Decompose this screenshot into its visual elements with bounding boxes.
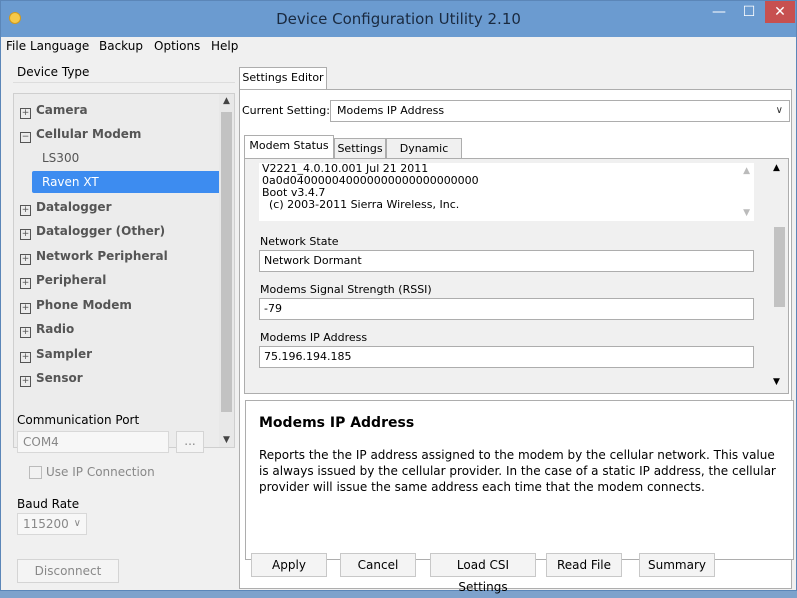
status-line: 0a0d040000040000000000000000000 (262, 174, 479, 187)
scroll-up-icon[interactable]: ▲ (743, 165, 750, 177)
tree-item-label: Radio (36, 322, 75, 336)
tree-item-label: Sampler (36, 347, 93, 361)
summary-button[interactable]: Summary (639, 553, 715, 577)
ip-address-field[interactable]: 75.196.194.185 (259, 346, 754, 368)
comm-port-label: Communication Port (17, 413, 140, 427)
device-type-header: Device Type (13, 61, 235, 83)
use-ip-label: Use IP Connection (46, 465, 155, 479)
current-setting-label: Current Setting: (242, 104, 330, 117)
menu-bar: File Language Backup Options Help (2, 37, 795, 56)
tree-item-label: Network Peripheral (36, 249, 168, 263)
tree-item-label: Camera (36, 103, 88, 117)
expand-icon[interactable]: + (20, 303, 31, 314)
device-tree[interactable]: + Camera − Cellular Modem LS300 Raven XT +… (13, 93, 235, 448)
baud-rate-select[interactable]: 115200 ∨ (17, 513, 87, 535)
current-setting-value: Modems IP Address (337, 104, 445, 117)
tree-item-phone-modem[interactable]: + Phone Modem (20, 294, 132, 316)
expand-icon[interactable]: + (20, 108, 31, 119)
window-title: Device Configuration Utility 2.10 (276, 10, 521, 28)
help-text: Reports the the IP address assigned to t… (259, 448, 776, 494)
baud-rate-label: Baud Rate (17, 497, 80, 511)
close-button[interactable]: ✕ (765, 1, 795, 23)
right-panel: Settings Editor Current Setting: Modems … (235, 57, 796, 594)
app-window: Device Configuration Utility 2.10 — ☐ ✕ … (0, 0, 797, 594)
read-file-button[interactable]: Read File (546, 553, 622, 577)
tree-item-label: Cellular Modem (36, 127, 142, 141)
left-panel: Device Type + Camera − Cellular Modem LS30… (13, 57, 235, 583)
current-setting-select[interactable]: Modems IP Address ∨ (330, 100, 790, 122)
network-state-field[interactable]: Network Dormant (259, 250, 754, 272)
tree-child-ls300[interactable]: LS300 (42, 147, 79, 169)
expand-icon[interactable]: + (20, 205, 31, 216)
menu-file[interactable]: File (6, 39, 26, 53)
title-bar: Device Configuration Utility 2.10 — ☐ ✕ (1, 1, 796, 37)
expand-icon[interactable]: + (20, 229, 31, 240)
scroll-down-icon[interactable]: ▼ (219, 435, 234, 445)
expand-icon[interactable]: + (20, 327, 31, 338)
tree-item-label: Datalogger (Other) (36, 224, 166, 238)
apply-button[interactable]: Apply (251, 553, 327, 577)
expand-icon[interactable]: + (20, 376, 31, 387)
status-line: (c) 2003-2011 Sierra Wireless, Inc. (262, 198, 460, 211)
tree-item-sampler[interactable]: + Sampler (20, 343, 92, 365)
maximize-button[interactable]: ☐ (734, 1, 764, 23)
tree-item-label: Peripheral (36, 273, 107, 287)
menu-help[interactable]: Help (211, 39, 238, 53)
tree-item-network-peripheral[interactable]: + Network Peripheral (20, 245, 168, 267)
menu-backup[interactable]: Backup (99, 39, 143, 53)
disconnect-button[interactable]: Disconnect (17, 559, 119, 583)
tree-item-cellular-modem[interactable]: − Cellular Modem (20, 123, 141, 145)
collapse-icon[interactable]: − (20, 132, 31, 143)
tree-item-datalogger[interactable]: + Datalogger (20, 196, 112, 218)
tree-item-label: Phone Modem (36, 298, 132, 312)
expand-icon[interactable]: + (20, 278, 31, 289)
modem-status-panel: V2221_4.0.10.001 Jul 21 2011 0a0d0400000… (244, 158, 789, 394)
chevron-down-icon: ∨ (73, 518, 81, 529)
ip-address-label: Modems IP Address (260, 331, 368, 344)
signal-strength-field[interactable]: -79 (259, 298, 754, 320)
tab-modem-status[interactable]: Modem Status (244, 135, 334, 159)
tab-settings[interactable]: Settings (334, 138, 386, 159)
expand-icon[interactable]: + (20, 254, 31, 265)
tree-item-label: Sensor (36, 371, 83, 385)
scroll-up-icon[interactable]: ▲ (773, 163, 780, 173)
menu-options[interactable]: Options (154, 39, 200, 53)
help-panel: Modems IP Address Reports the the IP add… (245, 400, 794, 560)
settings-editor-content: Current Setting: Modems IP Address ∨ Mod… (239, 89, 794, 589)
tree-item-radio[interactable]: + Radio (20, 318, 74, 340)
signal-strength-label: Modems Signal Strength (RSSI) (260, 283, 432, 296)
help-title: Modems IP Address (259, 415, 415, 431)
firmware-info-textarea[interactable]: V2221_4.0.10.001 Jul 21 2011 0a0d0400000… (259, 163, 754, 221)
menu-language[interactable]: Language (30, 39, 89, 53)
expand-icon[interactable]: + (20, 352, 31, 363)
scrollbar-thumb[interactable] (774, 227, 785, 307)
comm-port-field[interactable]: COM4 (17, 431, 169, 453)
scroll-down-icon[interactable]: ▼ (743, 207, 750, 219)
network-state-label: Network State (260, 235, 339, 248)
scroll-down-icon[interactable]: ▼ (773, 377, 780, 387)
tab-dynamic-dns[interactable]: Dynamic DNS (386, 138, 462, 175)
cancel-button[interactable]: Cancel (340, 553, 416, 577)
tree-item-peripheral[interactable]: + Peripheral (20, 269, 106, 291)
chevron-down-icon: ∨ (775, 105, 783, 116)
tab-settings-editor[interactable]: Settings Editor (239, 67, 327, 89)
minimize-button[interactable]: — (704, 1, 734, 23)
use-ip-checkbox[interactable] (29, 466, 42, 479)
tree-scrollbar[interactable]: ▲ ▼ (219, 94, 234, 447)
scroll-up-icon[interactable]: ▲ (219, 96, 234, 106)
scrollbar-thumb[interactable] (221, 112, 232, 412)
browse-button[interactable]: ... (176, 431, 204, 453)
tree-item-label: Datalogger (36, 200, 112, 214)
tree-child-raven-xt[interactable]: Raven XT (32, 171, 222, 193)
tree-item-sensor[interactable]: + Sensor (20, 367, 83, 389)
status-scrollbar[interactable]: ▲ ▼ (771, 159, 788, 393)
tree-item-datalogger-other[interactable]: + Datalogger (Other) (20, 220, 165, 242)
baud-rate-value: 115200 (23, 517, 69, 531)
tree-item-camera[interactable]: + Camera (20, 99, 88, 121)
load-csi-settings-button[interactable]: Load CSI Settings (430, 553, 536, 594)
